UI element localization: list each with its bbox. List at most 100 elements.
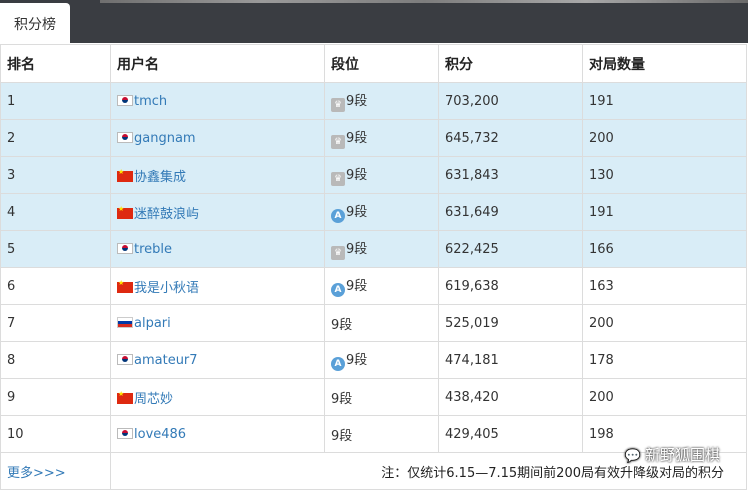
table-header-row: 排名 用户名 段位 积分 对局数量 (0, 44, 747, 83)
kr-flag-icon (117, 353, 133, 365)
header-username[interactable]: 用户名 (110, 44, 325, 83)
dan-label: 9段 (346, 242, 368, 257)
games-cell: 166 (582, 230, 747, 268)
score-cell: 474,181 (438, 341, 583, 379)
dan-cell: ♛ 9段 (324, 156, 439, 194)
username-cell: 周芯妙 (110, 378, 325, 416)
username-cell: amateur7 (110, 341, 325, 379)
username-cell: alpari (110, 304, 325, 342)
games-cell: 200 (582, 378, 747, 416)
rank-cell: 10 (0, 415, 111, 453)
score-cell: 703,200 (438, 82, 583, 120)
footer-more-cell: 更多>>> (0, 452, 111, 490)
dan-cell: A 9段 (324, 193, 439, 231)
games-cell: 200 (582, 304, 747, 342)
tab-leaderboard[interactable]: 积分榜 (0, 3, 70, 44)
kr-flag-icon (117, 242, 133, 254)
username-cell: 协鑫集成 (110, 156, 325, 194)
username-link[interactable]: alpari (134, 316, 171, 331)
wechat-icon: 💬 (624, 449, 641, 464)
score-cell: 429,405 (438, 415, 583, 453)
top-bar (0, 0, 748, 43)
username-cell: gangnam (110, 119, 325, 157)
dan-label: 9段 (331, 428, 353, 444)
dan-cell: 9段 (324, 304, 439, 342)
rank-cell: 3 (0, 156, 111, 194)
leaderboard-table: 排名 用户名 段位 积分 对局数量 1 tmch ♛ 9段 703,200 191 2 gan… (0, 44, 747, 490)
table-row: 1 tmch ♛ 9段 703,200 191 (0, 82, 747, 120)
games-cell: 200 (582, 119, 747, 157)
dan-label: 9段 (346, 94, 368, 109)
username-cell: love486 (110, 415, 325, 453)
rank-cell: 5 (0, 230, 111, 268)
table-row: 3协鑫集成♛9段631,843130 (0, 156, 747, 194)
header-dan[interactable]: 段位 (324, 44, 439, 83)
username-link[interactable]: tmch (134, 94, 167, 109)
a-badge-icon: A (331, 357, 345, 371)
username-link[interactable]: amateur7 (134, 353, 198, 368)
username-link[interactable]: 周芯妙 (134, 392, 173, 407)
games-cell: 191 (582, 82, 747, 120)
rank-cell: 6 (0, 267, 111, 305)
score-cell: 438,420 (438, 378, 583, 416)
dan-cell: 9段 (324, 415, 439, 453)
watermark: 💬 新野狐围棋 (625, 444, 720, 465)
username-link[interactable]: love486 (134, 427, 186, 442)
table-row: 5 treble ♛ 9段 622,425 166 (0, 230, 747, 268)
crown-icon: ♛ (331, 246, 345, 260)
dan-label: 9段 (346, 168, 368, 183)
rank-cell: 4 (0, 193, 111, 231)
table-row: 4迷醉鼓浪屿A9段631,649191 (0, 193, 747, 231)
games-cell: 178 (582, 341, 747, 379)
more-link[interactable]: 更多>>> (7, 466, 66, 481)
dan-cell: A 9段 (324, 341, 439, 379)
kr-flag-icon (117, 131, 133, 143)
dan-cell: ♛ 9段 (324, 230, 439, 268)
dan-cell: A 9段 (324, 267, 439, 305)
username-link[interactable]: 协鑫集成 (134, 170, 186, 185)
header-score[interactable]: 积分 (438, 44, 583, 83)
username-link[interactable]: treble (134, 242, 172, 257)
crown-icon: ♛ (331, 135, 345, 149)
dan-cell: ♛ 9段 (324, 82, 439, 120)
username-cell: 我是小秋语 (110, 267, 325, 305)
games-cell: 130 (582, 156, 747, 194)
table-row: 2 gangnam ♛ 9段 645,732 200 (0, 119, 747, 157)
ru-flag-icon (117, 316, 133, 328)
cn-flag-icon (117, 205, 133, 219)
username-cell: 迷醉鼓浪屿 (110, 193, 325, 231)
header-games[interactable]: 对局数量 (582, 44, 747, 83)
games-cell: 191 (582, 193, 747, 231)
dan-label: 9段 (346, 279, 368, 294)
header-rank[interactable]: 排名 (0, 44, 111, 83)
username-link[interactable]: gangnam (134, 131, 196, 146)
score-cell: 622,425 (438, 230, 583, 268)
cn-flag-icon (117, 168, 133, 182)
username-link[interactable]: 我是小秋语 (134, 281, 199, 296)
dan-cell: ♛ 9段 (324, 119, 439, 157)
dan-label: 9段 (331, 391, 353, 407)
table-row: 6我是小秋语A9段619,638163 (0, 267, 747, 305)
username-link[interactable]: 迷醉鼓浪屿 (134, 207, 199, 222)
rank-cell: 7 (0, 304, 111, 342)
username-cell: treble (110, 230, 325, 268)
a-badge-icon: A (331, 283, 345, 297)
a-badge-icon: A (331, 209, 345, 223)
crown-icon: ♛ (331, 172, 345, 186)
table-row: 9 周芯妙 9段 438,420200 (0, 378, 747, 416)
rank-cell: 8 (0, 341, 111, 379)
kr-flag-icon (117, 94, 133, 106)
dan-label: 9段 (346, 205, 368, 220)
kr-flag-icon (117, 427, 133, 439)
table-row: 8 amateur7 A 9段 474,181 178 (0, 341, 747, 379)
games-cell: 163 (582, 267, 747, 305)
rank-cell: 2 (0, 119, 111, 157)
username-cell: tmch (110, 82, 325, 120)
rank-cell: 9 (0, 378, 111, 416)
score-cell: 631,843 (438, 156, 583, 194)
dan-cell: 9段 (324, 378, 439, 416)
top-bar-banner (100, 0, 748, 3)
score-cell: 525,019 (438, 304, 583, 342)
table-row: 7 alpari 9段 525,019 200 (0, 304, 747, 342)
dan-label: 9段 (346, 353, 368, 368)
